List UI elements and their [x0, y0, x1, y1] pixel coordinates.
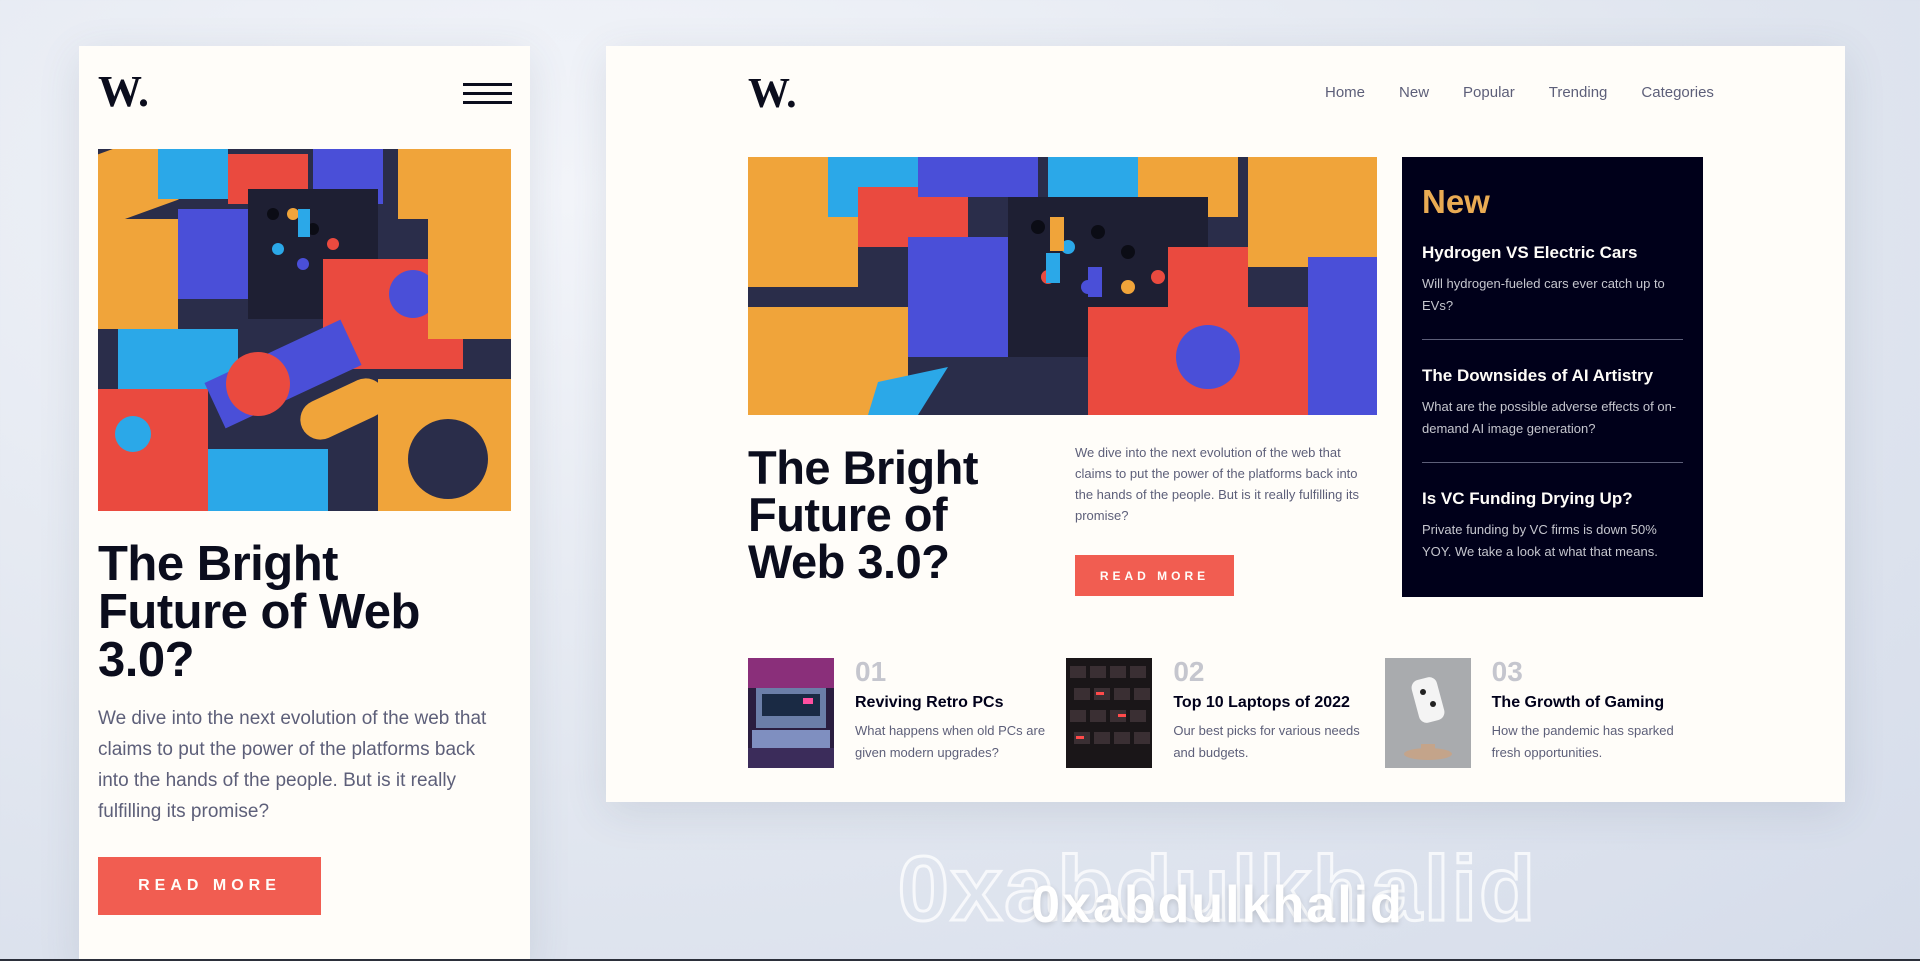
hero-description: We dive into the next evolution of the w…	[1075, 445, 1359, 523]
new-heading: New	[1422, 183, 1490, 220]
read-more-button[interactable]: READ MORE	[98, 857, 321, 915]
nav-categories[interactable]: Categories	[1641, 84, 1714, 101]
feature-title[interactable]: Top 10 Laptops of 2022	[1173, 694, 1373, 712]
watermark-text: 0xabdulkhalid	[1031, 876, 1404, 934]
new-articles-panel: New Hydrogen VS Electric Cars Will hydro…	[1402, 157, 1703, 597]
nav-popular[interactable]: Popular	[1463, 84, 1515, 101]
feature-article[interactable]: 01 Reviving Retro PCs What happens when …	[748, 658, 1066, 768]
new-article-title[interactable]: Is VC Funding Drying Up?	[1422, 489, 1683, 509]
nav-home[interactable]: Home	[1325, 84, 1365, 101]
new-article-description: What are the possible adverse effects of…	[1422, 399, 1677, 436]
svg-text:W.: W.	[748, 73, 797, 113]
hero-title: The Bright Future of Web 3.0?	[748, 441, 978, 588]
feature-number: 03	[1491, 656, 1523, 687]
nav-trending[interactable]: Trending	[1549, 84, 1608, 101]
feature-title[interactable]: The Growth of Gaming	[1492, 694, 1692, 712]
feature-description: Our best picks for various needs and bud…	[1173, 723, 1360, 760]
feature-title[interactable]: Reviving Retro PCs	[855, 694, 1055, 712]
desktop-preview-card: W. Home New Popular Trending Categories	[606, 46, 1845, 802]
feature-number: 01	[855, 656, 887, 687]
retro-pcs-thumbnail[interactable]	[748, 658, 834, 768]
feature-article[interactable]: 02 Top 10 Laptops of 2022 Our best picks…	[1066, 658, 1384, 768]
brand-logo[interactable]: W.	[98, 72, 154, 112]
hero-image	[98, 149, 511, 511]
new-article-title[interactable]: The Downsides of AI Artistry	[1422, 366, 1683, 386]
new-article-item[interactable]: Hydrogen VS Electric Cars Will hydrogen-…	[1422, 243, 1683, 339]
feature-description: What happens when old PCs are given mode…	[855, 723, 1046, 760]
feature-number: 02	[1173, 656, 1205, 687]
svg-text:W.: W.	[98, 72, 149, 112]
featured-articles: 01 Reviving Retro PCs What happens when …	[748, 658, 1703, 768]
new-article-description: Will hydrogen-fueled cars ever catch up …	[1422, 276, 1665, 313]
feature-article[interactable]: 03 The Growth of Gaming How the pandemic…	[1384, 656, 1703, 768]
hero-description: We dive into the next evolution of the w…	[98, 708, 487, 822]
new-article-item[interactable]: The Downsides of AI Artistry What are th…	[1422, 339, 1683, 462]
nav-new[interactable]: New	[1399, 84, 1429, 101]
read-more-button[interactable]: READ MORE	[1075, 555, 1234, 596]
gaming-thumbnail[interactable]	[1384, 658, 1471, 768]
hero-title: The Bright Future of Web 3.0?	[98, 537, 420, 687]
mobile-preview-card: W. The Bright Future of Web 3.0? We dive…	[79, 46, 530, 961]
hero-image	[748, 157, 1377, 415]
new-article-description: Private funding by VC firms is down 50% …	[1422, 522, 1658, 559]
new-article-item[interactable]: Is VC Funding Drying Up? Private funding…	[1422, 462, 1683, 585]
laptops-thumbnail[interactable]	[1066, 658, 1153, 768]
hamburger-menu-icon[interactable]	[463, 83, 512, 105]
feature-description: How the pandemic has sparked fresh oppor…	[1491, 723, 1674, 760]
main-nav: Home New Popular Trending Categories	[1325, 84, 1714, 101]
new-article-title[interactable]: Hydrogen VS Electric Cars	[1422, 243, 1683, 263]
brand-logo[interactable]: W.	[748, 73, 804, 113]
